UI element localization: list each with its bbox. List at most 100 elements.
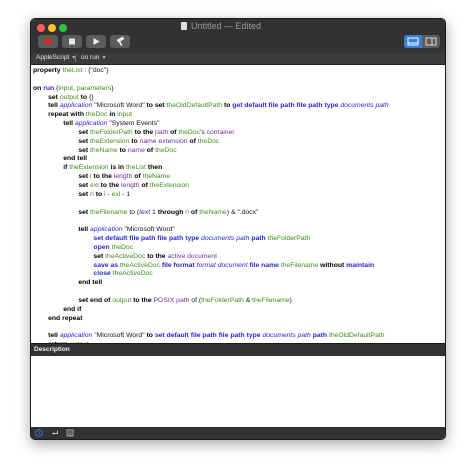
- code-line[interactable]: on run {input, parameters}: [33, 85, 389, 94]
- description-tab[interactable]: Description: [34, 346, 70, 353]
- code-token: "Microsoft Word": [92, 102, 147, 110]
- code-line[interactable]: property theList : {"doc"}: [33, 67, 389, 76]
- compile-button[interactable]: [110, 35, 130, 48]
- code-token: theList: [62, 67, 83, 74]
- code-token: theFolderPath: [267, 235, 311, 243]
- code-token: ) & ".docx": [226, 208, 259, 216]
- window-edited-status: Edited: [235, 21, 262, 31]
- code-token: text: [139, 208, 151, 216]
- code-line[interactable]: [33, 200, 389, 209]
- code-token: without: [318, 261, 347, 269]
- code-token: set: [33, 146, 91, 154]
- code-token: tell: [33, 332, 60, 340]
- code-token: to the: [91, 173, 114, 181]
- record-icon: [44, 38, 52, 45]
- code-line[interactable]: close theActiveDoc: [33, 270, 389, 279]
- hide-pane-icon: [407, 37, 419, 46]
- view-toggle[interactable]: [404, 35, 440, 48]
- code-token: to (: [127, 208, 140, 216]
- code-token: documents path: [262, 332, 311, 340]
- code-line[interactable]: [33, 76, 389, 85]
- code-line[interactable]: [33, 288, 389, 297]
- script-editor[interactable]: property theList : {"doc"} on run {input…: [31, 65, 445, 343]
- record-button[interactable]: [38, 35, 58, 48]
- code-token: 1: [150, 208, 158, 216]
- description-header: Description: [31, 343, 445, 356]
- code-token: to: [146, 102, 155, 110]
- code-token: theDoc: [155, 146, 177, 154]
- code-line[interactable]: set theFilename to (text 1 through n of …: [33, 209, 389, 218]
- code-line[interactable]: set theActiveDoc to the active document: [33, 253, 389, 262]
- code-token: end tell: [33, 279, 103, 287]
- code-token: of: [189, 208, 200, 216]
- run-button[interactable]: [86, 35, 106, 48]
- code-token: exl: [111, 190, 121, 198]
- navigation-bar: AppleScript ▼ on run ▼: [31, 53, 445, 65]
- handler-selector[interactable]: on run ▼: [81, 54, 106, 61]
- code-line[interactable]: open theDoc: [33, 244, 389, 253]
- code-line[interactable]: set theName to name of theDoc: [33, 147, 389, 156]
- code-line[interactable]: repeat with theDoc in input: [33, 111, 389, 120]
- code-line[interactable]: tell application "System Events": [33, 120, 389, 129]
- navigation-divider: [75, 55, 76, 62]
- code-token: theList: [125, 164, 146, 172]
- code-line[interactable]: end repeat: [33, 315, 389, 324]
- log-list-icon[interactable]: [66, 429, 74, 437]
- code-token: set: [33, 181, 91, 189]
- code-line[interactable]: end tell: [33, 155, 389, 164]
- code-line[interactable]: set output to {}: [33, 94, 389, 103]
- code-token: open: [33, 243, 112, 251]
- code-line[interactable]: set exl to the length of theExtension: [33, 182, 389, 191]
- language-label: AppleScript: [36, 54, 70, 61]
- code-line[interactable]: set n to i - exl - 1: [33, 191, 389, 200]
- minimize-window-button[interactable]: [48, 24, 56, 32]
- code-token: theName: [90, 146, 118, 154]
- code-token: tell: [33, 120, 75, 128]
- code-token: end if: [33, 305, 82, 313]
- window-title: Untitled — Edited: [181, 21, 321, 35]
- close-window-button[interactable]: [37, 24, 45, 32]
- code-token: container: [206, 128, 235, 136]
- code-token: to: [78, 93, 89, 101]
- code-line[interactable]: [33, 323, 389, 332]
- language-selector[interactable]: AppleScript ▼: [36, 54, 76, 61]
- code-line[interactable]: tell application "Microsoft Word" to set…: [33, 332, 389, 341]
- code-token: to: [129, 137, 140, 145]
- zoom-window-button[interactable]: [59, 24, 67, 32]
- code-token: "Microsoft Word": [92, 332, 147, 340]
- code-token: theExtension: [90, 137, 130, 145]
- code-token: - 1: [120, 190, 131, 198]
- code-line[interactable]: end if: [33, 306, 389, 315]
- code-line[interactable]: tell application "Microsoft Word": [33, 226, 389, 235]
- hammer-icon: [116, 36, 125, 46]
- code-line[interactable]: set theFolderPath to the path of theDoc'…: [33, 129, 389, 138]
- stop-button[interactable]: [62, 35, 82, 48]
- return-arrow-icon[interactable]: [51, 429, 59, 437]
- code-line[interactable]: set end of output to the POSIX path of (…: [33, 297, 389, 306]
- code-token: set: [33, 208, 91, 216]
- hide-pane-button[interactable]: [404, 35, 422, 48]
- code-line[interactable]: save as theActiveDoc file format format …: [33, 262, 389, 271]
- code-token: format document: [196, 261, 248, 269]
- play-icon: [93, 38, 100, 45]
- code-token: through: [157, 208, 186, 216]
- code-token: 's: [200, 128, 207, 136]
- code-line[interactable]: set default file path file path type doc…: [33, 235, 389, 244]
- code-line[interactable]: set i to the length of theName: [33, 173, 389, 182]
- info-icon[interactable]: [35, 429, 43, 437]
- code-line[interactable]: end tell: [33, 279, 389, 288]
- show-sidebar-button[interactable]: [422, 35, 440, 48]
- description-pane[interactable]: [31, 356, 445, 427]
- code-line[interactable]: if theExtension is in theList then: [33, 164, 389, 173]
- code-token: of: [168, 128, 179, 136]
- code-line[interactable]: [33, 217, 389, 226]
- code-token: documents path: [340, 102, 389, 110]
- code-token: set: [33, 128, 91, 136]
- code-line[interactable]: set theExtension to name extension of th…: [33, 138, 389, 147]
- code-token: POSIX path: [153, 296, 190, 304]
- code-line[interactable]: tell application "Microsoft Word" to set…: [33, 102, 389, 111]
- code-token: of: [139, 181, 150, 189]
- script-code[interactable]: property theList : {"doc"} on run {input…: [33, 67, 389, 343]
- code-token: repeat with: [33, 111, 86, 119]
- handler-label: on run: [81, 54, 100, 61]
